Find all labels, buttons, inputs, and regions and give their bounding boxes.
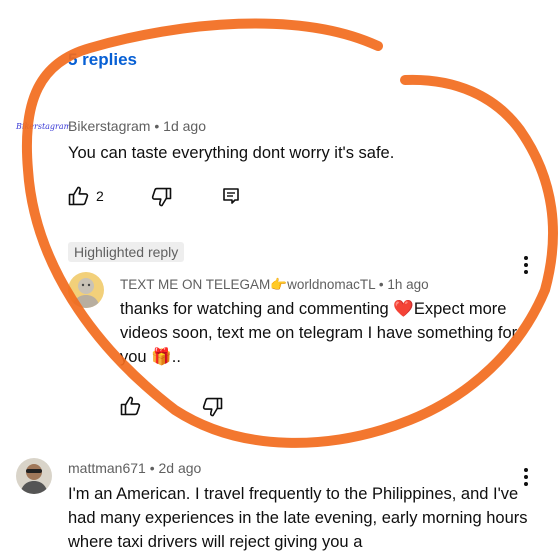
thumbs-down-icon xyxy=(202,397,223,417)
like-count: 2 xyxy=(96,188,104,204)
avatar[interactable]: Bikerstagram xyxy=(16,122,71,131)
reply-meta: TEXT ME ON TELEGAM👉worldnomacTL • 1h ago xyxy=(120,277,429,293)
reply-age: 1h ago xyxy=(387,277,429,292)
more-vert-icon[interactable] xyxy=(524,468,528,489)
comment-meta: Bikerstagram • 1d ago xyxy=(68,118,206,134)
author-name[interactable]: Bikerstagram xyxy=(68,118,150,134)
comment-text: You can taste everything dont worry it's… xyxy=(68,144,395,162)
thumbs-up-icon xyxy=(68,186,89,206)
reply-button[interactable] xyxy=(222,187,240,205)
avatar[interactable] xyxy=(68,272,104,308)
thumbs-up-icon xyxy=(120,396,141,416)
reply-text: thanks for watching and commenting ❤️Exp… xyxy=(120,300,518,366)
more-vert-icon[interactable] xyxy=(524,256,528,277)
like-icon-top[interactable] xyxy=(68,0,90,6)
comment-age: 2d ago xyxy=(158,460,202,476)
dislike-icon-top[interactable] xyxy=(150,0,168,4)
comment-icon xyxy=(223,188,239,204)
meta-separator: • xyxy=(149,460,159,476)
like-button[interactable]: 2 xyxy=(68,186,104,206)
highlighted-reply-badge: Highlighted reply xyxy=(68,242,185,262)
thumbs-down-icon xyxy=(151,187,172,207)
like-button[interactable] xyxy=(120,396,142,416)
comment-meta: mattman671 • 2d ago xyxy=(68,460,201,476)
meta-separator: • xyxy=(154,118,164,134)
comment-age: 1d ago xyxy=(163,118,206,134)
dislike-button[interactable] xyxy=(201,397,223,417)
dislike-button[interactable] xyxy=(150,187,172,207)
comment-text: I'm an American. I travel frequently to … xyxy=(68,485,528,551)
avatar[interactable] xyxy=(16,458,52,494)
replies-toggle[interactable]: 5 replies xyxy=(68,50,137,70)
author-name[interactable]: mattman671 xyxy=(68,460,146,476)
author-name[interactable]: TEXT ME ON TELEGAM👉worldnomacTL xyxy=(120,277,375,292)
